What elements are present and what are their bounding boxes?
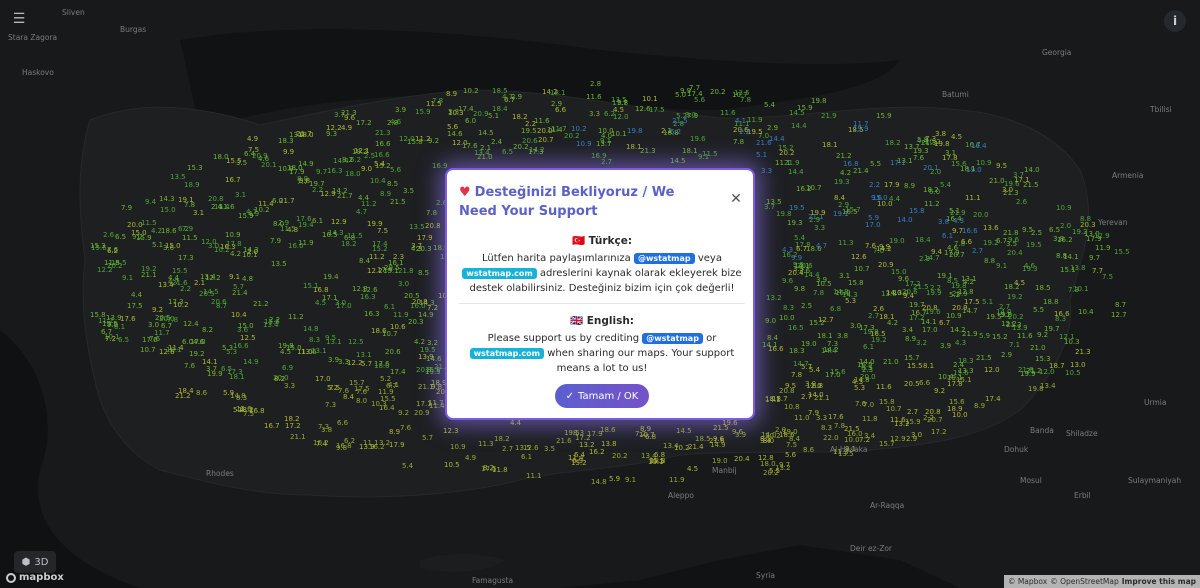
english-text-2: or — [706, 333, 717, 344]
turkish-heading: 🇹🇷 Türkçe: — [571, 235, 633, 247]
english-section: 🇬🇧 English: Please support us by crediti… — [457, 314, 747, 376]
close-icon: ✕ — [730, 191, 742, 207]
english-text-3: when sharing our maps. Your support mean… — [547, 348, 735, 374]
turkish-text-1: Lütfen harita paylaşımlarınıza — [482, 253, 631, 264]
turkish-text-2: veya — [697, 253, 722, 264]
check-circle-icon: ✓ — [565, 390, 575, 402]
english-site-badge: wstatmap.com — [469, 347, 544, 359]
english-handle-badge: @wstatmap — [642, 332, 703, 344]
close-button[interactable]: ✕ — [729, 192, 743, 206]
modal-title: ♥ Desteğinizi Bekliyoruz / We Need Your S… — [459, 183, 709, 221]
english-text-1: Please support us by crediting — [487, 333, 640, 344]
english-heading: 🇬🇧 English: — [569, 315, 634, 327]
heart-icon: ♥ — [459, 185, 471, 200]
ok-button-label: Tamam / OK — [578, 390, 639, 402]
ok-button[interactable]: ✓ Tamam / OK — [555, 384, 649, 408]
turkish-site-badge: wstatmap.com — [462, 267, 537, 279]
support-modal: ♥ Desteğinizi Bekliyoruz / We Need Your S… — [445, 168, 755, 420]
turkish-section: 🇹🇷 Türkçe: Lütfen harita paylaşımlarınız… — [457, 234, 747, 296]
section-divider — [459, 303, 745, 304]
modal-title-text: Desteğinizi Bekliyoruz / We Need Your Su… — [459, 185, 675, 219]
turkish-handle-badge: @wstatmap — [633, 252, 695, 264]
